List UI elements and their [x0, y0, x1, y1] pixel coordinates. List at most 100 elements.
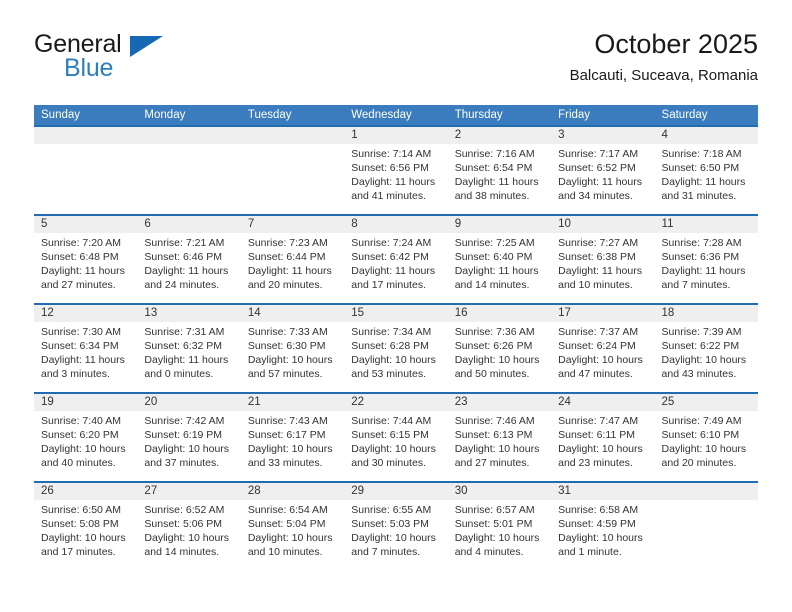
daylight-text-line2: and 33 minutes. — [247, 457, 323, 469]
day-number: 16 — [454, 307, 468, 319]
day-cell[interactable]: 23 Sunrise: 7:46 AM Sunset: 6:13 PM Dayligh… — [448, 394, 551, 481]
sunrise-text: Sunrise: 7:43 AM — [247, 415, 328, 427]
sunrise-text: Sunrise: 7:36 AM — [454, 326, 535, 338]
day-number: 6 — [144, 218, 151, 230]
sunset-text: Sunset: 6:38 PM — [558, 251, 636, 263]
day-number — [662, 483, 751, 500]
day-cell[interactable]: 9 Sunrise: 7:25 AM Sunset: 6:40 PM Daylight… — [448, 216, 551, 303]
day-cell[interactable]: 14 Sunrise: 7:33 AM Sunset: 6:30 PM Dayligh… — [241, 305, 344, 392]
day-number: 29 — [351, 485, 365, 497]
sunrise-text: Sunrise: 7:30 AM — [41, 326, 121, 338]
day-details: Sunrise: 6:54 AM Sunset: 5:04 PM Daylight:… — [248, 500, 337, 559]
day-cell[interactable]: 12 Sunrise: 7:30 AM Sunset: 6:34 PM Dayligh… — [34, 305, 137, 392]
sunset-text: Sunset: 6:56 PM — [351, 162, 429, 174]
day-cell[interactable]: 29 Sunrise: 6:55 AM Sunset: 5:03 PM Dayligh… — [344, 483, 447, 570]
day-cell[interactable]: 7 Sunrise: 7:23 AM Sunset: 6:44 PM Daylight… — [241, 216, 344, 303]
daylight-text-line1: Daylight: 10 hours — [41, 532, 126, 544]
sunrise-text: Sunrise: 7:25 AM — [454, 237, 535, 249]
day-cell[interactable]: 25 Sunrise: 7:49 AM Sunset: 6:10 PM Dayligh… — [655, 394, 758, 481]
sunrise-text: Sunrise: 7:40 AM — [41, 415, 121, 427]
sunset-text: Sunset: 6:46 PM — [144, 251, 223, 263]
day-cell[interactable]: 4 Sunrise: 7:18 AM Sunset: 6:50 PM Daylight… — [655, 127, 758, 214]
day-cell[interactable]: 15 Sunrise: 7:34 AM Sunset: 6:28 PM Dayligh… — [344, 305, 447, 392]
day-cell[interactable]: 2 Sunrise: 7:16 AM Sunset: 6:54 PM Daylight… — [448, 127, 551, 214]
sunrise-text: Sunrise: 7:21 AM — [144, 237, 225, 249]
day-details: Sunrise: 7:27 AM Sunset: 6:38 PM Daylight:… — [558, 233, 647, 292]
day-number — [144, 127, 233, 144]
sunrise-text: Sunrise: 7:20 AM — [41, 237, 121, 249]
week-row: 1 Sunrise: 7:14 AM Sunset: 6:56 PM Daylight… — [34, 125, 758, 214]
page-title: October 2025 — [594, 29, 758, 59]
day-number — [248, 127, 337, 144]
day-cell[interactable] — [34, 127, 137, 214]
sunset-text: Sunset: 6:17 PM — [247, 429, 326, 441]
weekday-header-saturday: Saturday — [661, 109, 708, 121]
sunrise-text: Sunrise: 6:50 AM — [41, 504, 121, 516]
sunset-text: Sunset: 6:54 PM — [454, 162, 533, 174]
sunset-text: Sunset: 5:04 PM — [247, 518, 326, 530]
daylight-text-line2: and 10 minutes. — [247, 546, 323, 558]
day-cell[interactable]: 5 Sunrise: 7:20 AM Sunset: 6:48 PM Daylight… — [34, 216, 137, 303]
week-row: 26 Sunrise: 6:50 AM Sunset: 5:08 PM Dayligh… — [34, 481, 758, 570]
day-cell[interactable]: 30 Sunrise: 6:57 AM Sunset: 5:01 PM Dayligh… — [448, 483, 551, 570]
day-details: Sunrise: 7:37 AM Sunset: 6:24 PM Daylight:… — [558, 322, 647, 381]
daylight-text-line1: Daylight: 10 hours — [351, 443, 436, 455]
weekday-header-thursday: Thursday — [454, 109, 503, 121]
day-number: 21 — [247, 396, 261, 408]
day-details: Sunrise: 7:28 AM Sunset: 6:36 PM Daylight:… — [662, 233, 751, 292]
day-details: Sunrise: 7:31 AM Sunset: 6:32 PM Daylight:… — [144, 322, 233, 381]
day-details: Sunrise: 7:34 AM Sunset: 6:28 PM Daylight:… — [351, 322, 440, 381]
day-details: Sunrise: 7:39 AM Sunset: 6:22 PM Daylight:… — [662, 322, 751, 381]
weekday-header-wednesday: Wednesday — [351, 109, 412, 121]
day-number: 9 — [454, 218, 462, 230]
day-cell[interactable]: 21 Sunrise: 7:43 AM Sunset: 6:17 PM Dayligh… — [241, 394, 344, 481]
daylight-text-line1: Daylight: 11 hours — [351, 176, 436, 188]
day-cell[interactable]: 20 Sunrise: 7:42 AM Sunset: 6:19 PM Dayligh… — [137, 394, 240, 481]
sunset-text: Sunset: 6:24 PM — [558, 340, 636, 352]
day-cell[interactable]: 27 Sunrise: 6:52 AM Sunset: 5:06 PM Dayligh… — [137, 483, 240, 570]
day-cell[interactable]: 22 Sunrise: 7:44 AM Sunset: 6:15 PM Dayligh… — [344, 394, 447, 481]
title-block: October 2025 Balcauti, Suceava, Romania — [570, 28, 758, 86]
day-details: Sunrise: 6:52 AM Sunset: 5:06 PM Daylight:… — [144, 500, 233, 559]
day-cell[interactable] — [241, 127, 344, 214]
day-cell[interactable] — [655, 483, 758, 570]
daylight-text-line2: and 31 minutes. — [661, 190, 737, 202]
day-number: 18 — [661, 307, 675, 319]
daylight-text-line1: Daylight: 10 hours — [41, 443, 126, 455]
day-cell[interactable]: 16 Sunrise: 7:36 AM Sunset: 6:26 PM Dayligh… — [448, 305, 551, 392]
sunrise-text: Sunrise: 7:49 AM — [661, 415, 742, 427]
day-cell[interactable]: 8 Sunrise: 7:24 AM Sunset: 6:42 PM Daylight… — [344, 216, 447, 303]
daylight-text-line2: and 27 minutes. — [41, 279, 116, 291]
location-subtitle: Balcauti, Suceava, Romania — [569, 67, 758, 84]
day-cell[interactable]: 18 Sunrise: 7:39 AM Sunset: 6:22 PM Dayligh… — [655, 305, 758, 392]
daylight-text-line1: Daylight: 10 hours — [558, 443, 643, 455]
sunset-text: Sunset: 6:30 PM — [247, 340, 326, 352]
day-number: 20 — [144, 396, 158, 408]
day-cell[interactable]: 10 Sunrise: 7:27 AM Sunset: 6:38 PM Dayligh… — [551, 216, 654, 303]
sunset-text: Sunset: 5:03 PM — [351, 518, 429, 530]
sunset-text: Sunset: 6:40 PM — [454, 251, 533, 263]
day-cell[interactable]: 26 Sunrise: 6:50 AM Sunset: 5:08 PM Dayligh… — [34, 483, 137, 570]
daylight-text-line1: Daylight: 10 hours — [247, 532, 333, 544]
day-cell[interactable]: 3 Sunrise: 7:17 AM Sunset: 6:52 PM Daylight… — [551, 127, 654, 214]
day-cell[interactable]: 31 Sunrise: 6:58 AM Sunset: 4:59 PM Dayligh… — [551, 483, 654, 570]
day-number: 19 — [41, 396, 54, 408]
day-cell[interactable]: 13 Sunrise: 7:31 AM Sunset: 6:32 PM Dayligh… — [137, 305, 240, 392]
day-details: Sunrise: 7:49 AM Sunset: 6:10 PM Daylight:… — [662, 411, 751, 470]
day-cell[interactable]: 6 Sunrise: 7:21 AM Sunset: 6:46 PM Daylight… — [137, 216, 240, 303]
daylight-text-line1: Daylight: 11 hours — [351, 265, 436, 277]
day-cell[interactable]: 19 Sunrise: 7:40 AM Sunset: 6:20 PM Dayligh… — [34, 394, 137, 481]
daylight-text-line2: and 27 minutes. — [454, 457, 530, 469]
sunrise-text: Sunrise: 7:42 AM — [144, 415, 225, 427]
day-cell[interactable]: 17 Sunrise: 7:37 AM Sunset: 6:24 PM Dayligh… — [551, 305, 654, 392]
day-number: 17 — [558, 307, 571, 319]
day-cell[interactable] — [137, 127, 240, 214]
day-cell[interactable]: 11 Sunrise: 7:28 AM Sunset: 6:36 PM Dayligh… — [655, 216, 758, 303]
brand-logo[interactable]: General Blue — [34, 28, 264, 92]
day-details: Sunrise: 6:57 AM Sunset: 5:01 PM Daylight:… — [455, 500, 544, 559]
day-cell[interactable]: 24 Sunrise: 7:47 AM Sunset: 6:11 PM Dayligh… — [551, 394, 654, 481]
triangle-flag-icon — [130, 36, 163, 57]
day-details: Sunrise: 7:33 AM Sunset: 6:30 PM Daylight:… — [248, 322, 337, 381]
day-cell[interactable]: 28 Sunrise: 6:54 AM Sunset: 5:04 PM Dayligh… — [241, 483, 344, 570]
day-cell[interactable]: 1 Sunrise: 7:14 AM Sunset: 6:56 PM Daylight… — [344, 127, 447, 214]
